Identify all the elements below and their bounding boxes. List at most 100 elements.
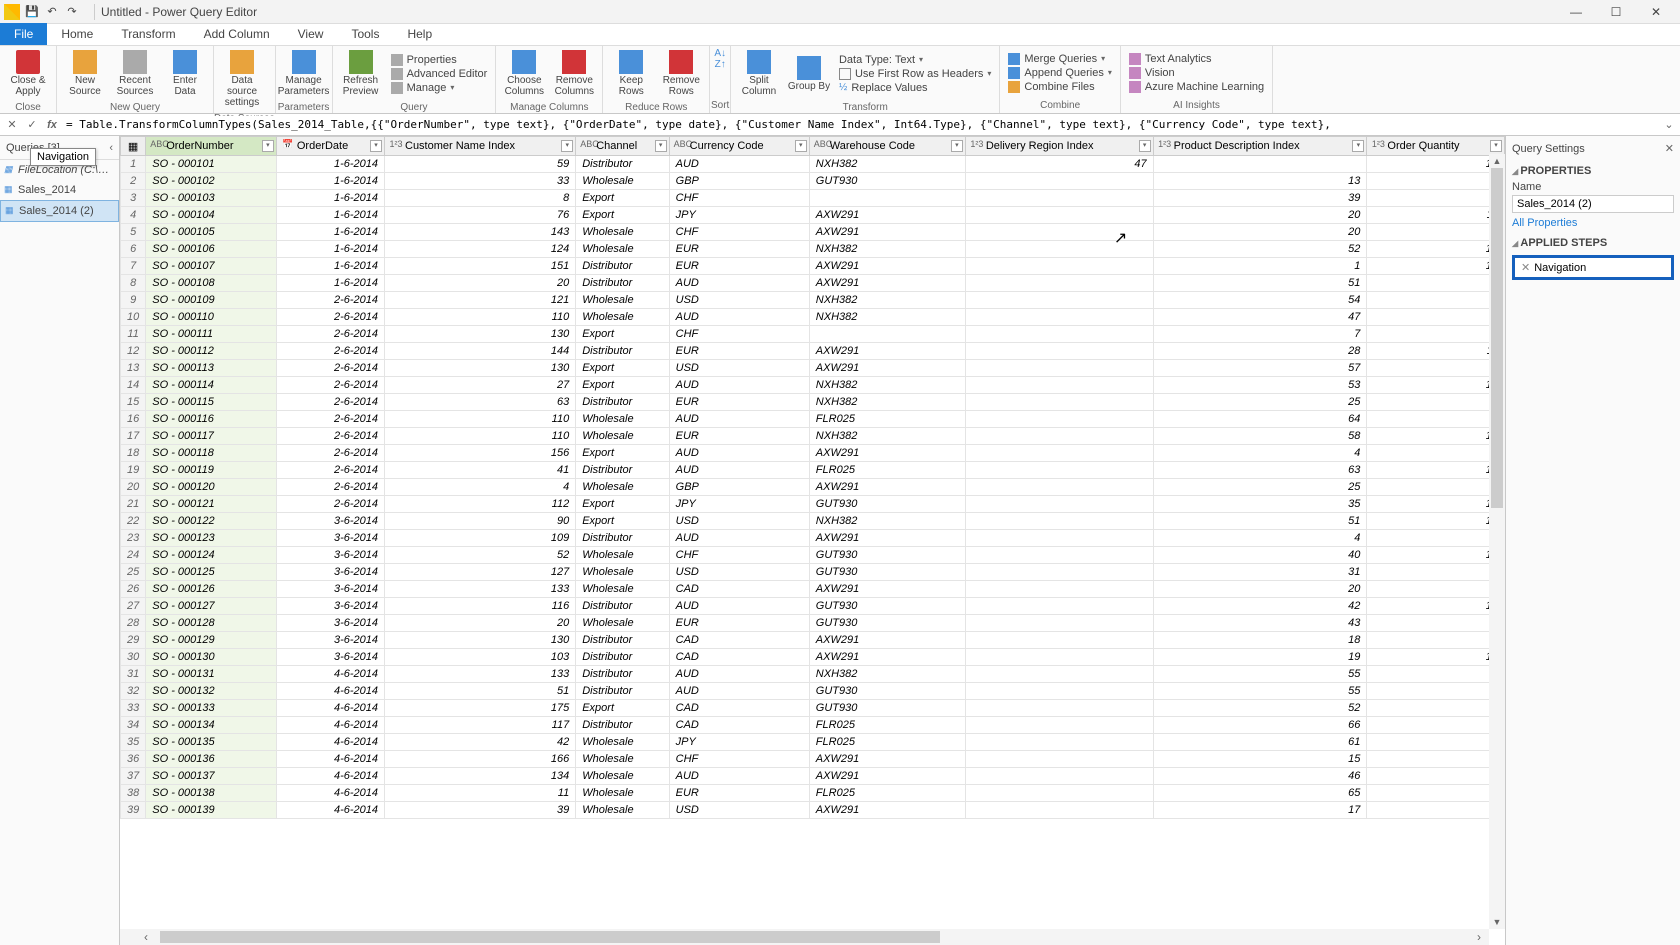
cell[interactable]: 9	[1367, 751, 1505, 768]
table-row[interactable]: 22SO - 0001223-6-201490ExportUSDNXH38251…	[121, 513, 1505, 530]
cell[interactable]	[965, 360, 1153, 377]
cell[interactable]: 2-6-2014	[276, 326, 384, 343]
cell[interactable]: CAD	[669, 717, 809, 734]
cell[interactable]: Wholesale	[576, 173, 669, 190]
cell[interactable]: 54	[1153, 292, 1367, 309]
cell[interactable]: 1-6-2014	[276, 190, 384, 207]
cell[interactable]: 51	[1153, 513, 1367, 530]
cell[interactable]: 52	[385, 547, 576, 564]
cell[interactable]: Distributor	[576, 683, 669, 700]
cell[interactable]: AXW291	[809, 275, 965, 292]
filter-icon[interactable]: ▾	[1490, 140, 1502, 152]
cell[interactable]: 1-6-2014	[276, 275, 384, 292]
append-queries-button[interactable]: Append Queries ▾	[1004, 66, 1116, 80]
cell[interactable]: AUD	[669, 462, 809, 479]
cell[interactable]	[965, 479, 1153, 496]
formula-cancel-button[interactable]: ✕	[3, 116, 21, 134]
cell[interactable]: SO - 000135	[146, 734, 277, 751]
cell[interactable]: 51	[1153, 275, 1367, 292]
row-number[interactable]: 34	[121, 717, 146, 734]
row-number[interactable]: 22	[121, 513, 146, 530]
cell[interactable]: JPY	[669, 496, 809, 513]
data-grid[interactable]: ▦ABCOrderNumber▾📅OrderDate▾1²3Customer N…	[120, 136, 1505, 819]
cell[interactable]: 13	[1367, 598, 1505, 615]
cell[interactable]: 8	[1367, 717, 1505, 734]
cell[interactable]: Export	[576, 360, 669, 377]
minimize-button[interactable]: —	[1556, 0, 1596, 24]
cell[interactable]: SO - 000131	[146, 666, 277, 683]
row-number[interactable]: 32	[121, 683, 146, 700]
cell[interactable]: CAD	[669, 700, 809, 717]
cell[interactable]: JPY	[669, 207, 809, 224]
query-item-sales2014-2[interactable]: Sales_2014 (2)	[0, 200, 119, 222]
advanced-editor-button[interactable]: Advanced Editor	[387, 67, 492, 81]
table-row[interactable]: 32SO - 0001324-6-201451DistributorAUDGUT…	[121, 683, 1505, 700]
cell[interactable]: 4	[1153, 445, 1367, 462]
replace-values-button[interactable]: ½Replace Values	[835, 81, 995, 95]
cell[interactable]	[965, 547, 1153, 564]
text-analytics-button[interactable]: Text Analytics	[1125, 52, 1268, 66]
table-row[interactable]: 24SO - 0001243-6-201452WholesaleCHFGUT93…	[121, 547, 1505, 564]
cell[interactable]: 3-6-2014	[276, 632, 384, 649]
cell[interactable]	[965, 734, 1153, 751]
cell[interactable]: USD	[669, 360, 809, 377]
refresh-preview-button[interactable]: Refresh Preview	[337, 48, 385, 99]
cell[interactable]: 12	[1367, 649, 1505, 666]
type-icon[interactable]: 1²3	[970, 139, 984, 153]
cell[interactable]: EUR	[669, 343, 809, 360]
row-number[interactable]: 24	[121, 547, 146, 564]
table-row[interactable]: 38SO - 0001384-6-201411WholesaleEURFLR02…	[121, 785, 1505, 802]
table-row[interactable]: 30SO - 0001303-6-2014103DistributorCADAX…	[121, 649, 1505, 666]
cell[interactable]: Wholesale	[576, 241, 669, 258]
cell[interactable]: 3	[1367, 394, 1505, 411]
cell[interactable]: EUR	[669, 785, 809, 802]
cell[interactable]: 4	[1367, 581, 1505, 598]
cell[interactable]: Wholesale	[576, 615, 669, 632]
horizontal-scroll-thumb[interactable]	[160, 931, 940, 943]
cell[interactable]: Distributor	[576, 258, 669, 275]
cell[interactable]: 13	[1153, 173, 1367, 190]
formula-input[interactable]	[62, 116, 1660, 133]
cell[interactable]: Wholesale	[576, 768, 669, 785]
sort-desc-button[interactable]: Z↑	[715, 59, 726, 70]
cell[interactable]: 7	[1153, 326, 1367, 343]
table-row[interactable]: 16SO - 0001162-6-2014110WholesaleAUDFLR0…	[121, 411, 1505, 428]
cell[interactable]: Distributor	[576, 156, 669, 173]
scroll-up-icon[interactable]: ▲	[1489, 154, 1505, 168]
cell[interactable]: CHF	[669, 547, 809, 564]
table-row[interactable]: 34SO - 0001344-6-2014117DistributorCADFL…	[121, 717, 1505, 734]
remove-columns-button[interactable]: Remove Columns	[550, 48, 598, 99]
cell[interactable]	[965, 428, 1153, 445]
row-number[interactable]: 17	[121, 428, 146, 445]
cell[interactable]: 15	[1367, 428, 1505, 445]
cell[interactable]: 7	[1367, 224, 1505, 241]
cell[interactable]: 55	[1153, 683, 1367, 700]
filter-icon[interactable]: ▾	[561, 140, 573, 152]
cell[interactable]: AUD	[669, 530, 809, 547]
cell[interactable]: Wholesale	[576, 564, 669, 581]
cell[interactable]: 1	[1153, 258, 1367, 275]
cell[interactable]: 8	[385, 190, 576, 207]
cell[interactable]: 13	[1367, 241, 1505, 258]
cell[interactable]: 14	[1367, 547, 1505, 564]
cell[interactable]: SO - 000102	[146, 173, 277, 190]
cell[interactable]: Distributor	[576, 666, 669, 683]
cell[interactable]: 20	[1153, 224, 1367, 241]
cell[interactable]: EUR	[669, 241, 809, 258]
cell[interactable]: 33	[385, 173, 576, 190]
tab-help[interactable]: Help	[393, 23, 446, 45]
cell[interactable]: 51	[385, 683, 576, 700]
table-row[interactable]: 4SO - 0001041-6-201476ExportJPYAXW291201…	[121, 207, 1505, 224]
table-row[interactable]: 39SO - 0001394-6-201439WholesaleUSDAXW29…	[121, 802, 1505, 819]
column-header[interactable]: 1²3Order Quantity▾	[1367, 137, 1505, 156]
filter-icon[interactable]: ▾	[1139, 140, 1151, 152]
cell[interactable]	[965, 173, 1153, 190]
cell[interactable]: 7	[1367, 632, 1505, 649]
cell[interactable]	[965, 513, 1153, 530]
table-row[interactable]: 3SO - 0001031-6-20148ExportCHF395	[121, 190, 1505, 207]
filter-icon[interactable]: ▾	[795, 140, 807, 152]
cell[interactable]: AUD	[669, 666, 809, 683]
row-number[interactable]: 4	[121, 207, 146, 224]
cell[interactable]	[965, 581, 1153, 598]
row-number[interactable]: 33	[121, 700, 146, 717]
